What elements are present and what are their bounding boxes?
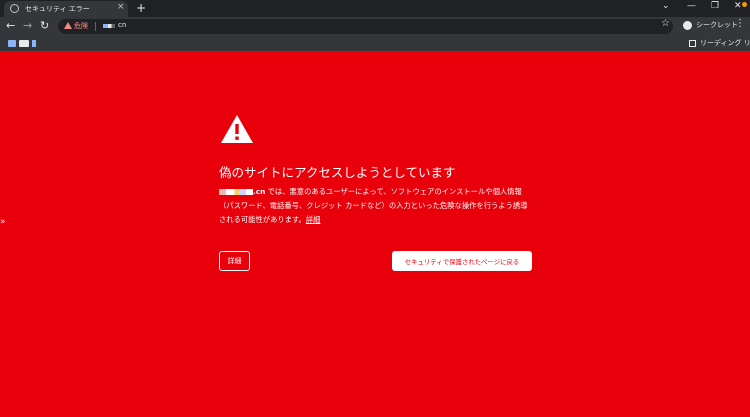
- bookmark-star-icon[interactable]: ☆: [661, 18, 670, 29]
- tab-strip: セキュリティ エラー × + ⌄ — ❐ ✕: [0, 0, 750, 17]
- restore-icon[interactable]: ❐: [711, 1, 719, 11]
- minimize-icon[interactable]: —: [687, 1, 696, 11]
- notification-dot: [742, 2, 747, 7]
- blocked-domain: .cn: [219, 187, 265, 196]
- close-window-icon[interactable]: ✕: [734, 1, 742, 11]
- incognito-label: シークレット: [696, 21, 738, 29]
- domain-suffix: .cn: [253, 187, 266, 196]
- toolbar: ← → ↻ 危険 cn ☆ シークレット ⋮: [0, 17, 750, 36]
- tab-search-icon[interactable]: ⌄: [662, 1, 670, 11]
- page-heading: 偽のサイトにアクセスしようとしています: [219, 165, 456, 180]
- security-status-label[interactable]: 危険: [74, 21, 88, 31]
- reload-icon[interactable]: ↻: [40, 19, 49, 33]
- incognito-icon: [683, 20, 692, 30]
- reading-list-icon: [689, 39, 696, 47]
- tab-title: セキュリティ エラー: [25, 5, 90, 13]
- bookmark-item-icon[interactable]: [32, 40, 36, 47]
- warning-body-text: では、悪意のあるユーザーによって、ソフトウェアのインストールや個人情報（パスワー…: [219, 187, 528, 224]
- warning-icon[interactable]: [64, 22, 72, 29]
- danger-triangle-icon: [221, 115, 253, 143]
- reading-list-label: リーディング リスト: [700, 39, 750, 47]
- new-tab-button[interactable]: +: [136, 0, 146, 16]
- incognito-profile-button[interactable]: シークレット: [679, 18, 742, 32]
- bookmark-bar: リーディング リスト: [0, 36, 750, 52]
- tab-security-error[interactable]: セキュリティ エラー ×: [4, 1, 128, 17]
- omnibox-divider: [95, 22, 96, 31]
- menu-icon[interactable]: ⋮: [735, 18, 745, 29]
- inline-details-link[interactable]: 詳細: [306, 215, 321, 224]
- tab-close-icon[interactable]: ×: [117, 2, 125, 12]
- security-interstitial: 偽のサイトにアクセスしようとしています .cn では、悪意のあるユーザーによって…: [0, 52, 750, 417]
- back-icon[interactable]: ←: [6, 19, 15, 33]
- bookmark-folder-icon[interactable]: [8, 40, 16, 47]
- url-text[interactable]: cn: [118, 21, 126, 29]
- redacted-domain-image: [219, 189, 253, 195]
- details-button[interactable]: 詳細: [219, 251, 250, 271]
- reading-list-button[interactable]: リーディング リスト: [689, 38, 750, 48]
- address-bar[interactable]: 危険 cn: [58, 19, 673, 34]
- globe-icon: [10, 4, 19, 13]
- forward-icon[interactable]: →: [23, 19, 32, 33]
- back-to-safety-button[interactable]: セキュリティで保護されたページに戻る: [392, 251, 532, 271]
- side-panel-expand-icon[interactable]: »: [0, 217, 5, 227]
- warning-description: .cn では、悪意のあるユーザーによって、ソフトウェアのインストールや個人情報（…: [219, 185, 534, 227]
- site-favicon-icon: [103, 24, 115, 28]
- bookmark-item-icon[interactable]: [19, 40, 29, 47]
